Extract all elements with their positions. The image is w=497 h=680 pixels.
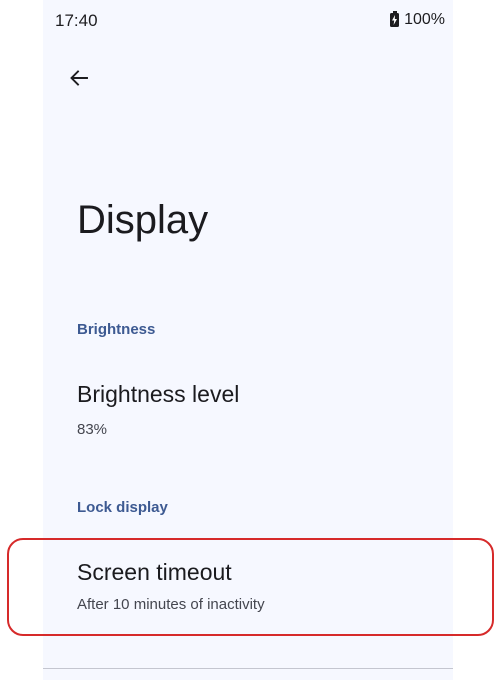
status-bar: 17:40 100% (43, 0, 453, 44)
status-time: 17:40 (55, 11, 98, 30)
battery-level: 100% (404, 11, 445, 28)
brightness-level-value: 83% (77, 421, 108, 438)
device-frame: 17:40 100% Display Brightness Brightness… (0, 0, 497, 680)
back-button[interactable] (63, 62, 95, 94)
screen-timeout-title: Screen timeout (77, 559, 232, 585)
battery-charging-icon (390, 11, 400, 27)
page-title: Display (77, 198, 209, 242)
arrow-back-icon (70, 70, 88, 86)
settings-screen: 17:40 100% Display Brightness Brightness… (43, 0, 453, 680)
status-right-group: 100% (390, 11, 445, 29)
brightness-level-title: Brightness level (77, 381, 240, 407)
section-header-brightness: Brightness (77, 321, 156, 338)
brightness-level-item[interactable]: Brightness level 83% (43, 366, 453, 458)
bottom-divider (43, 668, 453, 669)
section-header-lock-display: Lock display (77, 499, 168, 516)
screen-timeout-summary: After 10 minutes of inactivity (77, 596, 265, 613)
screen-timeout-item[interactable]: Screen timeout After 10 minutes of inact… (43, 544, 453, 634)
